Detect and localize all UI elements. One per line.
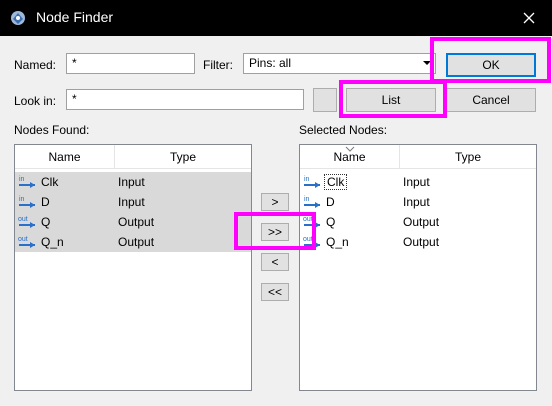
remove-all-button[interactable]: <<	[261, 283, 289, 301]
list-button[interactable]: List	[346, 88, 436, 112]
window-title: Node Finder	[36, 9, 114, 25]
svg-text:in: in	[19, 176, 25, 183]
output-pin-icon: out	[303, 236, 320, 248]
svg-text:out: out	[18, 216, 28, 223]
node-type: Output	[118, 215, 155, 229]
node-type: Input	[403, 195, 430, 209]
close-icon	[523, 12, 535, 24]
input-pin-icon: in	[304, 196, 320, 208]
browse-button[interactable]	[313, 88, 337, 112]
svg-text:in: in	[304, 196, 310, 203]
lookin-label: Look in:	[14, 94, 57, 108]
node-name: D	[41, 195, 50, 209]
svg-text:out: out	[18, 236, 28, 243]
input-pin-icon: in	[304, 176, 320, 188]
column-header-name[interactable]: Name	[15, 145, 115, 169]
output-pin-icon: out	[18, 236, 35, 248]
list-item[interactable]: out Q Output	[300, 212, 536, 232]
nodes-found-list[interactable]: Name Type in Clk Input in D Input out Q …	[14, 144, 252, 391]
filter-value: Pins: all	[249, 56, 292, 70]
lookin-input[interactable]: *	[66, 89, 304, 110]
node-finder-dialog: Node Finder Named: * Filter: Pins: all L…	[0, 0, 552, 406]
nodes-found-label: Nodes Found:	[14, 123, 90, 137]
column-header-type[interactable]: Type	[400, 145, 536, 169]
close-button[interactable]	[506, 0, 552, 36]
node-name: Q_n	[41, 235, 64, 249]
node-name: Q	[326, 215, 336, 229]
node-type: Output	[403, 215, 440, 229]
list-item[interactable]: out Q_n Output	[15, 232, 251, 252]
selected-nodes-list[interactable]: Name Type in Clk Input in D Input out Q …	[299, 144, 537, 391]
ok-button[interactable]: OK	[446, 53, 536, 77]
list-item[interactable]: out Q_n Output	[300, 232, 536, 252]
list-item[interactable]: in D Input	[300, 192, 536, 212]
node-type: Output	[118, 235, 155, 249]
list-item[interactable]: out Q Output	[15, 212, 251, 232]
node-name: Q	[41, 215, 51, 229]
selected-nodes-label: Selected Nodes:	[299, 123, 388, 137]
svg-text:in: in	[304, 176, 310, 183]
remove-one-button[interactable]: <	[261, 253, 289, 271]
node-type: Input	[403, 175, 430, 189]
node-type: Input	[118, 175, 145, 189]
input-pin-icon: in	[19, 176, 35, 188]
filter-select[interactable]: Pins: all	[243, 53, 436, 74]
chevron-down-icon	[423, 61, 431, 65]
column-header-type[interactable]: Type	[115, 145, 251, 169]
named-input[interactable]: *	[66, 53, 195, 74]
filter-label: Filter:	[203, 58, 233, 72]
node-type: Output	[403, 235, 440, 249]
svg-text:out: out	[303, 236, 313, 243]
list-item[interactable]: in Clk Input	[300, 172, 536, 192]
output-pin-icon: out	[18, 216, 35, 228]
add-all-button[interactable]: >>	[261, 223, 289, 241]
svg-text:in: in	[19, 196, 25, 203]
sort-indicator-icon	[345, 146, 355, 152]
node-name: Q_n	[326, 235, 349, 249]
list-item[interactable]: in D Input	[15, 192, 251, 212]
cancel-button[interactable]: Cancel	[446, 88, 536, 112]
title-bar: Node Finder	[0, 0, 552, 36]
node-name: Clk	[41, 175, 59, 189]
column-header-name[interactable]: Name	[300, 145, 400, 169]
output-pin-icon: out	[303, 216, 320, 228]
named-label: Named:	[14, 58, 57, 72]
node-type: Input	[118, 195, 145, 209]
node-name: Clk	[324, 174, 348, 190]
node-name: D	[326, 195, 335, 209]
list-item[interactable]: in Clk Input	[15, 172, 251, 192]
svg-text:out: out	[303, 216, 313, 223]
add-one-button[interactable]: >	[261, 193, 289, 211]
app-icon	[11, 11, 25, 25]
input-pin-icon: in	[19, 196, 35, 208]
